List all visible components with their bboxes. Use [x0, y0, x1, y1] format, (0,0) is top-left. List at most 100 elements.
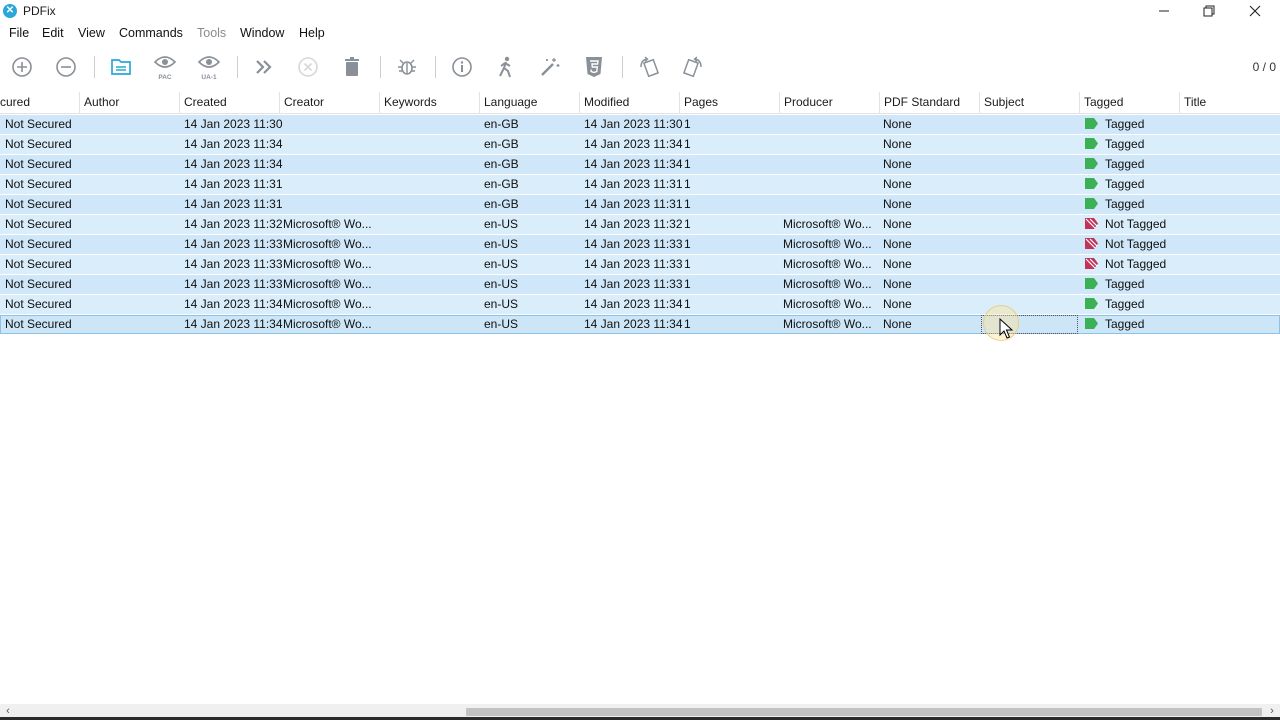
trash-icon — [345, 57, 359, 76]
menu-commands[interactable]: Commands — [119, 26, 183, 40]
minimize-icon — [1159, 10, 1169, 12]
table-row[interactable]: Not Secured 14 Jan 2023 11:34 Microsoft® W… — [0, 295, 1280, 314]
cell-creator: Microsoft® Wo... — [283, 217, 372, 231]
column-header-pages[interactable]: Pages — [680, 92, 780, 113]
table-row[interactable]: Not Secured 14 Jan 2023 11:34 Microsoft® W… — [0, 315, 1280, 334]
cell-tagged: Tagged — [1085, 275, 1144, 294]
cell-modified: 14 Jan 2023 11:33 — [584, 277, 683, 291]
remove-files-button[interactable] — [51, 52, 81, 82]
debug-button[interactable] — [392, 52, 422, 82]
tag-icon — [1085, 298, 1098, 309]
cell-secured: Not Secured — [5, 177, 72, 191]
tag-off-icon — [1085, 238, 1098, 249]
restore-button[interactable] — [1186, 0, 1232, 22]
minimize-button[interactable] — [1141, 0, 1187, 22]
menu-window[interactable]: Window — [240, 26, 284, 40]
column-header-subject[interactable]: Subject — [980, 92, 1080, 113]
html5-icon — [586, 57, 602, 77]
column-header-language[interactable]: Language — [480, 92, 580, 113]
close-button[interactable] — [1232, 0, 1278, 22]
cell-created: 14 Jan 2023 11:33 — [184, 277, 283, 291]
toolbar-separator — [622, 56, 623, 78]
cell-modified: 14 Jan 2023 11:32 — [584, 217, 683, 231]
column-header-secured[interactable]: cured — [0, 92, 80, 113]
stop-button[interactable] — [293, 52, 323, 82]
toolbar-separator — [237, 56, 238, 78]
table-row[interactable]: Not Secured 14 Jan 2023 11:31 en-GB 14 Jan … — [0, 175, 1280, 194]
column-header-producer[interactable]: Producer — [780, 92, 880, 113]
cell-pages: 1 — [684, 317, 691, 331]
tagged-status-text: Tagged — [1105, 277, 1145, 291]
menu-edit[interactable]: Edit — [42, 26, 64, 40]
menu-tools[interactable]: Tools — [197, 26, 226, 40]
info-button[interactable] — [447, 52, 477, 82]
column-header-tagged[interactable]: Tagged — [1080, 92, 1180, 113]
cell-modified: 14 Jan 2023 11:33 — [584, 237, 683, 251]
cell-language: en-US — [484, 277, 519, 291]
autotag-button[interactable] — [535, 52, 565, 82]
cell-secured: Not Secured — [5, 317, 72, 331]
eye-ua1-icon — [197, 56, 221, 68]
table-row[interactable]: Not Secured 14 Jan 2023 11:33 Microsoft® W… — [0, 275, 1280, 294]
column-header-author[interactable]: Author — [80, 92, 180, 113]
cell-created: 14 Jan 2023 11:34 — [184, 157, 283, 171]
tagged-status-text: Tagged — [1105, 317, 1145, 331]
column-header-title[interactable]: Title — [1180, 92, 1280, 113]
column-header-created[interactable]: Created — [180, 92, 280, 113]
cell-created: 14 Jan 2023 11:34 — [184, 317, 283, 331]
cell-pdf-standard: None — [883, 297, 912, 311]
app-logo-icon: ✕ — [3, 4, 17, 18]
cell-secured: Not Secured — [5, 137, 72, 151]
cell-modified: 14 Jan 2023 11:34 — [584, 137, 683, 151]
eye-pac-icon — [153, 56, 177, 68]
cell-tagged: Not Tagged — [1085, 215, 1166, 234]
cell-created: 14 Jan 2023 11:34 — [184, 297, 283, 311]
table-row[interactable]: Not Secured 14 Jan 2023 11:31 en-GB 14 Jan … — [0, 195, 1280, 214]
cell-pdf-standard: None — [883, 217, 912, 231]
menu-help[interactable]: Help — [299, 26, 325, 40]
info-icon — [452, 57, 472, 77]
ua1-label: UA-1 — [201, 74, 217, 81]
scrollbar-thumb[interactable] — [466, 708, 1262, 716]
column-header-pdf-standard[interactable]: PDF Standard — [880, 92, 980, 113]
tag-icon — [1085, 278, 1098, 289]
tagged-status-text: Tagged — [1105, 177, 1145, 191]
add-files-button[interactable] — [7, 52, 37, 82]
column-header-keywords[interactable]: Keywords — [380, 92, 480, 113]
cell-language: en-US — [484, 317, 519, 331]
pac-check-button[interactable]: PAC — [150, 52, 180, 82]
ua1-check-button[interactable]: UA-1 — [194, 52, 224, 82]
run-button[interactable] — [249, 52, 279, 82]
delete-button[interactable] — [337, 52, 367, 82]
table-row[interactable]: Not Secured 14 Jan 2023 11:33 Microsoft® W… — [0, 255, 1280, 274]
rotate-left-button[interactable] — [634, 52, 664, 82]
open-folder-button[interactable] — [106, 52, 136, 82]
cell-modified: 14 Jan 2023 11:34 — [584, 157, 683, 171]
cell-secured: Not Secured — [5, 257, 72, 271]
cell-pdf-standard: None — [883, 137, 912, 151]
column-header-creator[interactable]: Creator — [280, 92, 380, 113]
cell-pages: 1 — [684, 177, 691, 191]
table-row[interactable]: Not Secured 14 Jan 2023 11:30 en-GB 14 Jan … — [0, 115, 1280, 134]
table-row[interactable]: Not Secured 14 Jan 2023 11:34 en-GB 14 Jan … — [0, 155, 1280, 174]
cell-secured: Not Secured — [5, 157, 72, 171]
menu-view[interactable]: View — [78, 26, 105, 40]
cell-language: en-US — [484, 297, 519, 311]
tagged-status-text: Not Tagged — [1105, 257, 1167, 271]
column-header-modified[interactable]: Modified — [580, 92, 680, 113]
table-row[interactable]: Not Secured 14 Jan 2023 11:34 en-GB 14 Jan … — [0, 135, 1280, 154]
cell-tagged: Tagged — [1085, 175, 1144, 194]
cell-pages: 1 — [684, 297, 691, 311]
table-row[interactable]: Not Secured 14 Jan 2023 11:33 Microsoft® W… — [0, 235, 1280, 254]
cell-creator: Microsoft® Wo... — [283, 297, 372, 311]
rotate-right-button[interactable] — [678, 52, 708, 82]
cell-producer: Microsoft® Wo... — [783, 237, 872, 251]
cell-pages: 1 — [684, 257, 691, 271]
cell-secured: Not Secured — [5, 237, 72, 251]
menu-file[interactable]: File — [9, 26, 29, 40]
accessibility-button[interactable] — [491, 52, 521, 82]
html-export-button[interactable] — [579, 52, 609, 82]
table-row[interactable]: Not Secured 14 Jan 2023 11:32 Microsoft® W… — [0, 215, 1280, 234]
remove-circle-icon — [56, 57, 76, 77]
tagged-status-text: Not Tagged — [1105, 217, 1167, 231]
